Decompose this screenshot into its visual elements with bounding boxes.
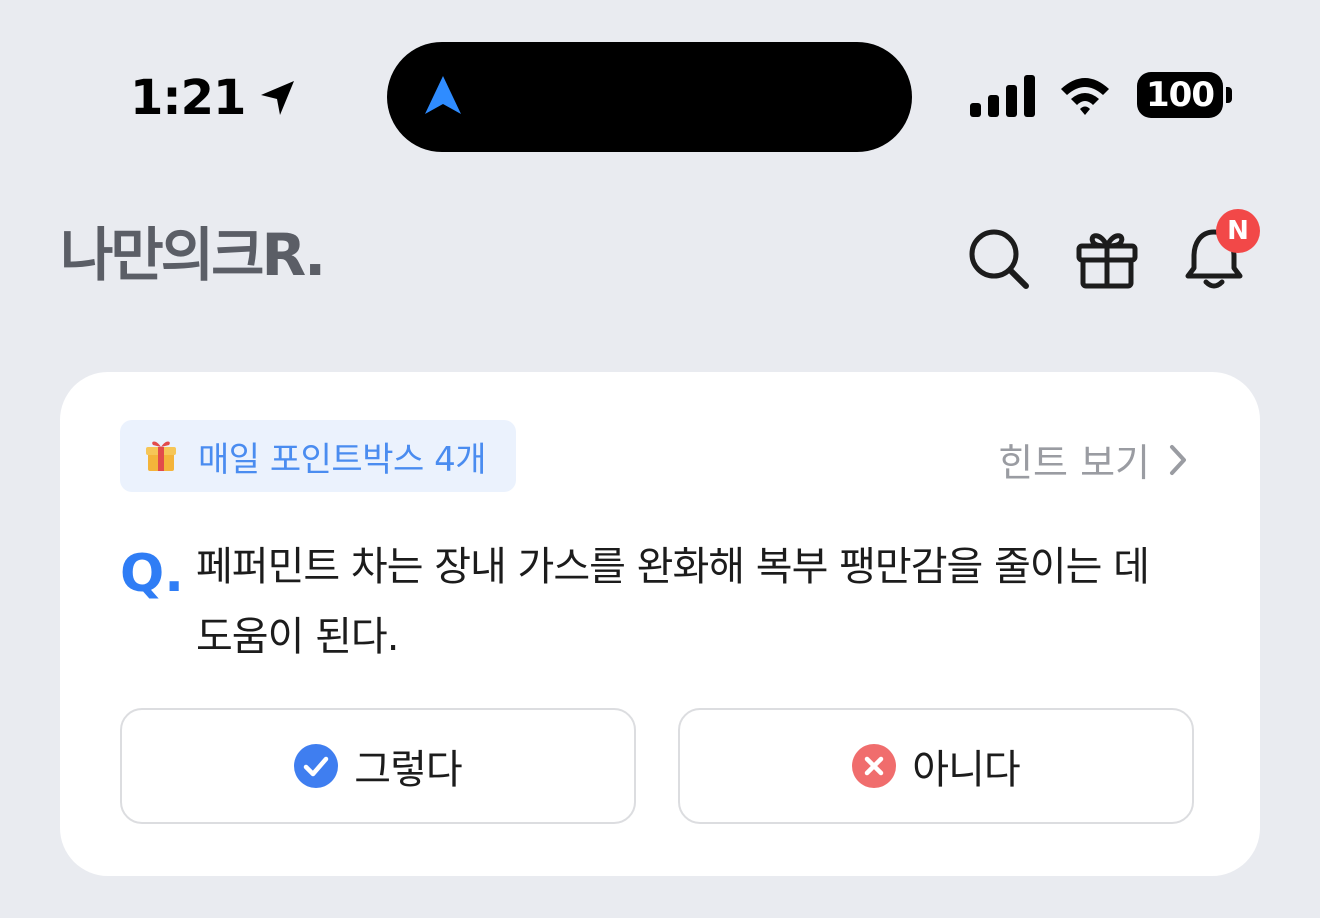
battery-cap	[1226, 87, 1232, 103]
answer-yes-button[interactable]: 그렇다	[120, 708, 636, 824]
question-mark-label: Q.	[120, 544, 184, 604]
time-group: 1:21	[130, 70, 299, 126]
navigation-arrow-icon	[425, 76, 461, 114]
wifi-icon	[1061, 78, 1109, 115]
location-arrow-icon	[261, 81, 295, 115]
dynamic-island	[387, 42, 912, 152]
check-circle-icon	[294, 744, 339, 788]
cellular-signal-icon	[970, 73, 1035, 117]
answer-no-button[interactable]: 아니다	[678, 708, 1194, 824]
status-right: 100	[970, 72, 1232, 118]
answer-yes-label: 그렇다	[354, 747, 462, 793]
app-logo[interactable]: 나만의크R.	[60, 220, 326, 290]
status-time: 1:21	[130, 70, 246, 126]
hint-link[interactable]: 힌트 보기	[998, 432, 1188, 487]
search-button[interactable]	[964, 224, 1032, 292]
x-circle-icon	[852, 744, 897, 788]
points-label: 매일 포인트박스 4개	[198, 439, 487, 480]
gift-emoji-icon	[146, 441, 176, 471]
gift-icon	[1076, 233, 1138, 289]
notification-badge: N	[1216, 209, 1260, 253]
chevron-right-icon	[1170, 444, 1186, 475]
question-text: 페퍼민트 차는 장내 가스를 완화해 복부 팽만감을 줄이는 데 도움이 된다.	[196, 544, 1150, 660]
quiz-card: 매일 포인트박스 4개 힌트 보기 Q. 페퍼민트 차는 장내 가스를 완화해 …	[60, 372, 1260, 876]
status-bar: 1:21 100	[0, 0, 1320, 160]
points-chip[interactable]: 매일 포인트박스 4개	[120, 420, 516, 492]
search-icon	[969, 229, 1029, 289]
answer-no-label: 아니다	[912, 747, 1020, 793]
gift-button[interactable]	[1073, 224, 1141, 292]
battery-indicator: 100	[1137, 72, 1223, 118]
hint-label: 힌트 보기	[998, 441, 1150, 485]
